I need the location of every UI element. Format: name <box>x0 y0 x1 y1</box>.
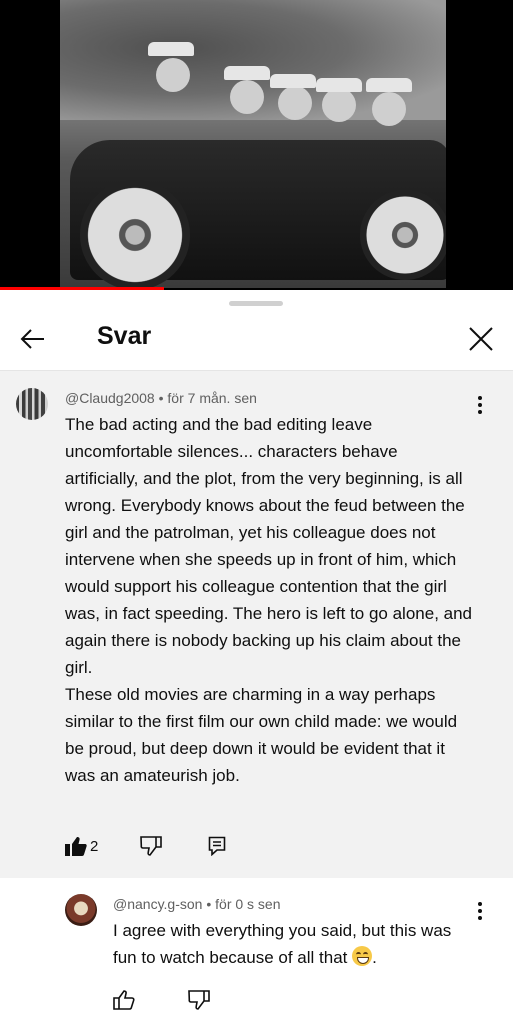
reply-text: I agree with everything you said, but th… <box>113 921 452 967</box>
comment-paragraph: The bad acting and the bad editing leave… <box>65 415 473 677</box>
video-wheel <box>80 180 190 288</box>
video-figure <box>278 86 312 120</box>
sheet-header: Svar <box>0 306 513 371</box>
sheet-title: Svar <box>97 322 152 350</box>
video-hat <box>148 42 194 56</box>
reply-meta: @nancy.g-son • för 0 s sen <box>113 896 281 912</box>
video-frame <box>60 0 446 288</box>
reply-time: för 0 s sen <box>215 896 281 912</box>
thumb-down-icon <box>188 990 210 1010</box>
video-figure <box>230 80 264 114</box>
video-figure <box>322 88 356 122</box>
close-icon <box>469 327 493 351</box>
back-button[interactable] <box>18 324 48 354</box>
close-button[interactable] <box>466 324 496 354</box>
more-vert-icon <box>470 902 490 920</box>
reply-text-block: I agree with everything you said, but th… <box>113 917 473 971</box>
comment-text: The bad acting and the bad editing leave… <box>65 411 475 789</box>
comment-author[interactable]: @Claudg2008 <box>65 390 155 406</box>
like-count: 2 <box>90 838 99 855</box>
avatar[interactable] <box>65 894 97 926</box>
meta-separator: • <box>158 390 164 406</box>
reply-more-button[interactable] <box>470 900 490 924</box>
thumb-up-filled-icon <box>65 837 87 856</box>
video-hat <box>270 74 316 88</box>
video-figure <box>156 58 190 92</box>
video-figure <box>372 92 406 126</box>
comment-time: för 7 mån. sen <box>167 390 257 406</box>
reply-text-end: . <box>372 948 377 967</box>
reply-like-button[interactable] <box>113 990 135 1014</box>
thumb-down-icon <box>140 836 162 856</box>
video-hat <box>366 78 412 92</box>
video-wheel <box>360 190 446 280</box>
back-arrow-icon <box>20 329 44 349</box>
avatar[interactable] <box>16 388 48 420</box>
reply-author[interactable]: @nancy.g-son <box>113 896 202 912</box>
reply-button[interactable] <box>208 836 226 860</box>
meta-separator: • <box>206 896 212 912</box>
reply-dislike-button[interactable] <box>188 990 210 1014</box>
video-hat <box>316 78 362 92</box>
comment-meta: @Claudg2008 • för 7 mån. sen <box>65 390 257 406</box>
dislike-button[interactable] <box>140 836 162 860</box>
video-hat <box>224 66 270 80</box>
reply-icon <box>208 836 226 857</box>
grinning-emoji <box>352 946 373 966</box>
like-button[interactable] <box>65 836 87 860</box>
video-player[interactable] <box>0 0 513 290</box>
thumb-up-icon <box>113 990 135 1010</box>
comment-paragraph: These old movies are charming in a way p… <box>65 685 458 785</box>
